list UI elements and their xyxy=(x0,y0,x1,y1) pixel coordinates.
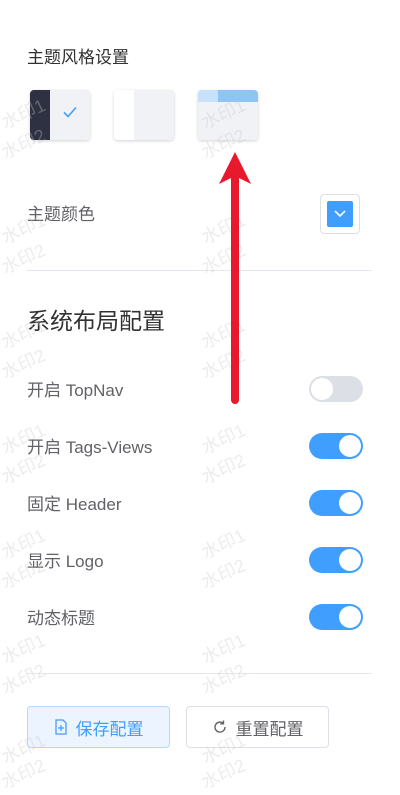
theme-option-top[interactable] xyxy=(198,90,258,140)
dark-sidebar-preview xyxy=(30,90,50,140)
switch-knob xyxy=(339,549,361,571)
watermark: 水印2 xyxy=(198,755,249,793)
refresh-icon xyxy=(212,719,228,735)
watermark: 水印1 xyxy=(198,210,249,248)
switch-knob xyxy=(339,606,361,628)
theme-color-label: 主题颜色 xyxy=(27,205,95,224)
tags-views-label: 开启 Tags-Views xyxy=(27,438,153,457)
watermark: 水印2 xyxy=(0,240,49,278)
fixed-header-label: 固定 Header xyxy=(27,495,122,514)
watermark: 水印2 xyxy=(198,240,249,278)
watermark: 水印1 xyxy=(198,420,249,458)
watermark: 水印1 xyxy=(198,315,249,353)
switch-knob xyxy=(311,378,333,400)
color-swatch xyxy=(327,201,353,227)
dynamic-title-switch[interactable] xyxy=(309,604,363,630)
theme-color-picker[interactable] xyxy=(320,194,360,234)
topbar-logo-preview xyxy=(198,90,218,102)
document-add-icon xyxy=(54,719,68,735)
content-preview xyxy=(134,90,174,140)
watermark: 水印1 xyxy=(198,525,249,563)
watermark: 水印2 xyxy=(0,755,49,793)
show-logo-switch[interactable] xyxy=(309,547,363,573)
theme-option-light[interactable] xyxy=(114,90,174,140)
reset-config-label: 重置配置 xyxy=(235,719,304,739)
watermark: 水印2 xyxy=(0,660,49,698)
theme-option-dark[interactable] xyxy=(30,90,90,140)
annotation-arrow xyxy=(219,152,251,404)
save-config-label: 保存配置 xyxy=(75,719,144,739)
settings-panel: 主题风格设置 主题颜色 系统布局配置 开启 TopNav 开启 Tags-Vie… xyxy=(0,0,400,793)
layout-heading: 系统布局配置 xyxy=(27,308,165,334)
fixed-header-switch[interactable] xyxy=(309,490,363,516)
watermark: 水印1 xyxy=(198,630,249,668)
switch-knob xyxy=(339,492,361,514)
watermark: 水印2 xyxy=(198,345,249,383)
theme-style-heading: 主题风格设置 xyxy=(27,48,129,67)
divider-bottom xyxy=(27,673,372,674)
check-icon xyxy=(63,106,77,118)
watermark: 水印2 xyxy=(198,450,249,488)
watermark: 水印1 xyxy=(0,630,49,668)
topnav-label: 开启 TopNav xyxy=(27,381,124,400)
topnav-switch[interactable] xyxy=(309,376,363,402)
watermark: 水印2 xyxy=(198,660,249,698)
reset-config-button[interactable]: 重置配置 xyxy=(186,706,329,748)
switch-knob xyxy=(339,435,361,457)
divider-top xyxy=(27,270,372,271)
dynamic-title-label: 动态标题 xyxy=(27,609,95,628)
chevron-down-icon xyxy=(334,210,346,218)
watermark: 水印2 xyxy=(198,555,249,593)
light-sidebar-preview xyxy=(114,90,134,140)
save-config-button[interactable]: 保存配置 xyxy=(27,706,170,748)
show-logo-label: 显示 Logo xyxy=(27,552,104,571)
tags-views-switch[interactable] xyxy=(309,433,363,459)
